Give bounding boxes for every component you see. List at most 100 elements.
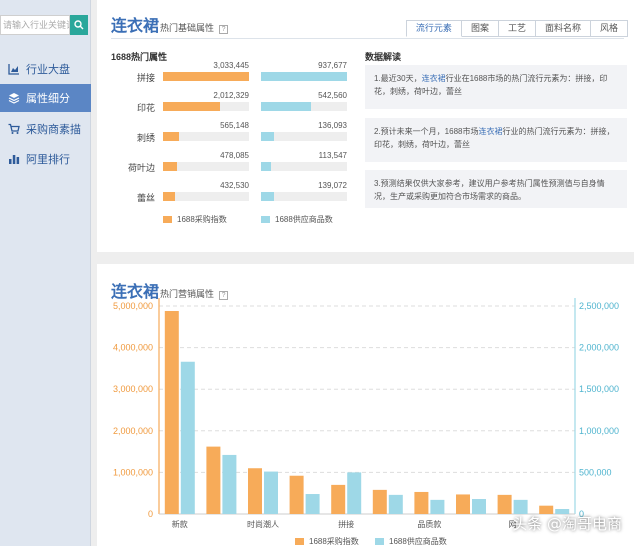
supply-count-bar-fill: [261, 132, 274, 141]
chart-legend-purchase: 1688采购指数: [295, 536, 359, 546]
x-axis-tick-label: 品质款: [417, 519, 441, 529]
sidebar-item-label: 采购商素描: [26, 124, 81, 136]
supply-count-bar: [472, 499, 486, 514]
supply-count-bar: [513, 499, 528, 514]
layers-icon: [8, 92, 20, 104]
tab-fabric[interactable]: 面料名称: [535, 20, 591, 37]
cart-icon: [8, 123, 20, 135]
chart-legend-supply: 1688供应商品数: [375, 536, 447, 546]
basic-attributes-panel: 连衣裙 热门基础属性 ? 流行元素 图案 工艺 面料名称 风格 1688热门属性…: [97, 0, 634, 252]
purchase-index-value: 3,033,445: [213, 61, 249, 70]
purchase-index-bar: [206, 446, 221, 514]
category-link[interactable]: 连衣裙: [422, 74, 446, 83]
purchase-index-bar: [289, 475, 304, 514]
divider: [111, 38, 624, 39]
supply-count-value: 542,560: [318, 91, 347, 100]
bar-chart-icon: [8, 153, 20, 165]
marketing-attributes-panel: 5,000,000 2,500,000 4,000,000 2,000,000 3,00…: [97, 264, 634, 546]
attribute-tabs: 流行元素 图案 工艺 面料名称 风格: [405, 20, 628, 37]
purchase-index-value: 432,530: [220, 181, 249, 190]
supply-count-bar: [305, 494, 320, 514]
purchase-index-bar: [372, 489, 387, 514]
purchase-index-bar-fill: [163, 132, 180, 141]
supply-count-value: 136,093: [318, 121, 347, 130]
legend-label: 1688采购指数: [177, 215, 227, 224]
tab-style[interactable]: 风格: [590, 20, 628, 37]
purchase-index-value: 2,012,329: [213, 91, 249, 100]
purchase-index-bar: [248, 468, 262, 514]
legend-supply: 1688供应商品数: [261, 214, 333, 225]
purchase-index-bar: [331, 484, 346, 514]
attribute-label: 印花: [136, 103, 155, 113]
attribute-label: 蕾丝: [136, 193, 155, 203]
category-link[interactable]: 连衣裙: [478, 127, 502, 136]
purchase-index-bar: [163, 192, 249, 201]
purchase-index-bar: [163, 162, 249, 171]
legend-swatch-supply: [375, 538, 384, 545]
purchase-index-bar: [414, 491, 429, 514]
tab-craft[interactable]: 工艺: [498, 20, 536, 37]
area-chart-icon: [8, 63, 20, 75]
sidebar-item-label: 属性细分: [26, 93, 70, 105]
search-input[interactable]: [0, 15, 70, 35]
supply-count-bar: [261, 132, 347, 141]
sidebar-item-industry-overview[interactable]: 行业大盘: [0, 55, 91, 83]
marketing-attributes-chart: 5,000,000 2,500,000 4,000,000 2,000,000 3,00…: [113, 298, 619, 529]
x-axis-tick-label: 时尚潮人: [247, 519, 279, 529]
left-axis-tick-label: 4,000,000: [113, 343, 153, 353]
supply-count-value: 937,677: [318, 61, 347, 70]
purchase-index-value: 478,085: [220, 151, 249, 160]
purchase-index-bar: [456, 494, 470, 514]
purchase-index-bar: [164, 310, 179, 514]
tab-popular-elements[interactable]: 流行元素: [405, 20, 462, 37]
left-axis-tick-label: 3,000,000: [113, 384, 153, 394]
supply-count-bar: [388, 494, 403, 514]
left-axis-tick-label: 2,000,000: [113, 426, 153, 436]
right-axis-tick-label: 1,000,000: [579, 426, 619, 436]
sidebar-item-label: 行业大盘: [26, 64, 70, 76]
panel-subtitle: 热门基础属性: [160, 23, 215, 33]
search-button[interactable]: [70, 15, 88, 35]
supply-count-bar: [180, 361, 195, 514]
purchase-index-bar-fill: [163, 102, 220, 111]
supply-count-bar-fill: [261, 192, 274, 201]
attribute-label: 拼接: [136, 73, 155, 83]
purchase-index-value: 565,148: [220, 121, 249, 130]
sidebar-item-buyer-sketch[interactable]: 采购商素描: [0, 115, 91, 143]
attribute-label: 荷叶边: [127, 163, 155, 173]
help-icon[interactable]: ?: [219, 291, 229, 300]
right-axis-tick-label: 1,500,000: [579, 384, 619, 394]
sidebar-item-label: 阿里排行: [26, 154, 70, 166]
panel-title: 连衣裙 热门基础属性 ?: [111, 12, 229, 36]
left-axis-tick-label: 0: [148, 509, 153, 519]
purchase-index-bar: [163, 102, 249, 111]
legend-purchase: 1688采购指数: [163, 214, 227, 225]
hot-attributes-title: 1688热门属性: [111, 52, 168, 62]
legend-label: 1688供应商品数: [275, 215, 333, 224]
x-axis-tick-label: 拼接: [338, 519, 354, 529]
legend-label: 1688供应商品数: [389, 537, 447, 546]
data-interpretation-title: 数据解读: [365, 52, 402, 62]
supply-count-bar: [264, 471, 278, 514]
supply-count-value: 113,547: [318, 151, 347, 160]
help-icon[interactable]: ?: [219, 25, 229, 34]
category-title: 连衣裙: [111, 282, 160, 301]
category-title: 连衣裙: [111, 16, 160, 35]
supply-count-bar: [261, 162, 347, 171]
search-icon: [74, 20, 84, 30]
analysis-item: 1.最近30天，连衣裙行业在1688市场的热门流行元素为：拼接，印花，刺绣，荷叶…: [365, 65, 627, 109]
supply-count-value: 139,072: [318, 181, 347, 190]
left-axis-tick-label: 1,000,000: [113, 467, 153, 477]
supply-count-bar-fill: [261, 162, 272, 171]
tab-pattern[interactable]: 图案: [461, 20, 499, 37]
purchase-index-bar: [163, 72, 249, 81]
watermark: 头条 @淘哥电商: [512, 515, 622, 533]
left-axis-tick-label: 5,000,000: [113, 301, 153, 311]
legend-label: 1688采购指数: [309, 537, 359, 546]
x-axis-tick-label: 新款: [172, 519, 188, 529]
sidebar-item-ali-ranking[interactable]: 阿里排行: [0, 145, 91, 173]
supply-count-bar: [222, 454, 237, 514]
supply-count-bar: [261, 102, 347, 111]
sidebar-item-attribute-breakdown[interactable]: 属性细分: [0, 84, 91, 112]
supply-count-bar-fill: [261, 72, 347, 81]
